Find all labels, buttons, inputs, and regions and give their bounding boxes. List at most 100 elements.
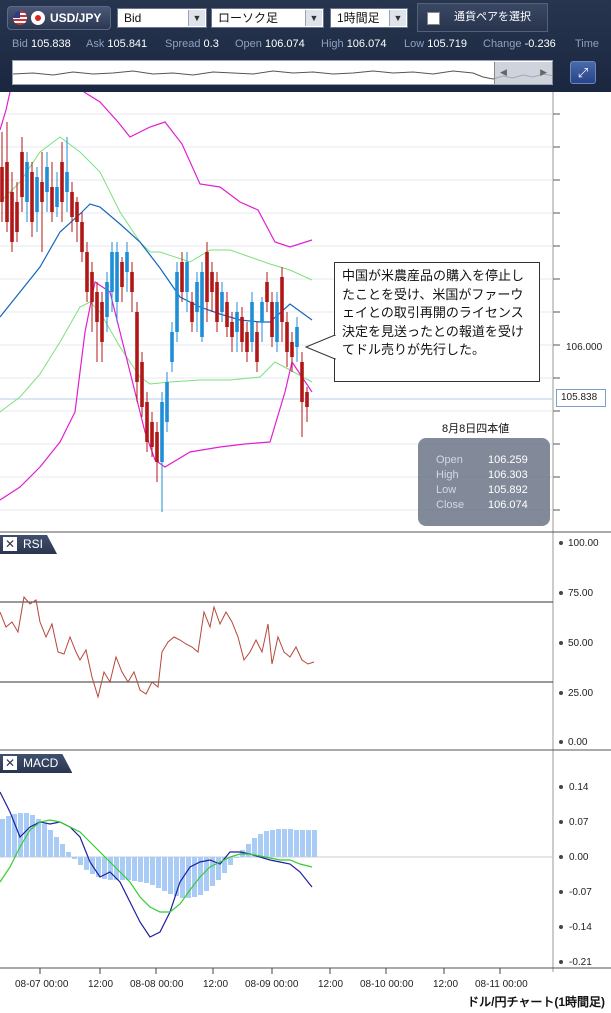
navigator-strip[interactable] — [12, 60, 553, 85]
macd-histogram-bar — [78, 857, 83, 865]
macd-histogram-bar — [150, 857, 155, 885]
price-type-select[interactable]: Bid ▼ — [117, 8, 207, 28]
candle-body — [90, 272, 94, 302]
news-annotation: 中国が米農産品の購入を停止したことを受け、米国がファーウェイとの取引再開のライセ… — [334, 262, 540, 382]
candle-body — [205, 252, 209, 302]
macd-histogram-bar — [174, 857, 179, 896]
select-pair-checkbox[interactable] — [427, 12, 440, 25]
bollinger-upper-outer-left — [0, 92, 11, 131]
ohlc-box: Open 106.259 High 106.303 Low 105.892 Close… — [418, 438, 550, 526]
macd-tick: 0.14 — [569, 782, 589, 793]
axis-tick-dot — [559, 691, 563, 695]
price-axis-label: 106.000 — [566, 342, 603, 353]
candle-body — [220, 292, 224, 312]
axis-tick-dot — [559, 820, 563, 824]
macd-histogram-bar — [288, 829, 293, 857]
candle-body — [290, 342, 294, 357]
chevron-down-icon[interactable]: ▼ — [188, 10, 205, 26]
candle-body — [10, 192, 14, 242]
candle-body — [125, 252, 129, 272]
quote-bid: Bid 105.838 — [12, 38, 71, 50]
chart-footer-title: ドル/円チャート(1時間足) — [467, 995, 605, 1009]
rsi-tick: 0.00 — [568, 737, 588, 748]
chevron-down-icon[interactable]: ▼ — [305, 10, 322, 26]
macd-histogram-bar — [42, 824, 47, 857]
chart-area[interactable]: 106.000 ✕ RSI 100.00 75.00 50.00 25.00 0.… — [0, 92, 611, 992]
axis-tick-dot — [559, 855, 563, 859]
candle-body — [245, 332, 249, 352]
candle-body — [165, 382, 169, 422]
chevron-left-icon[interactable]: ◀ — [500, 67, 507, 78]
axis-tick-dot — [559, 785, 563, 789]
rsi-panel-tab[interactable]: ✕ RSI — [0, 535, 57, 554]
candle-body — [110, 252, 114, 292]
ohlc-close: Close 106.074 — [436, 499, 528, 511]
quote-high: High 106.074 — [321, 38, 387, 50]
bollinger-lower-outer — [0, 281, 313, 501]
candle-body — [85, 252, 89, 292]
candle-body — [160, 402, 164, 462]
select-pair-button[interactable]: 通貨ペアを選択 — [417, 3, 548, 32]
macd-histogram-bar — [6, 816, 11, 857]
candle-body — [40, 182, 44, 202]
x-axis-label: 08-07 00:00 — [15, 979, 69, 990]
candle-body — [195, 282, 199, 312]
candle-body — [285, 322, 289, 352]
expand-button[interactable]: ⤢ — [570, 61, 596, 84]
chart-svg — [0, 92, 611, 974]
x-axis-label: 08-08 00:00 — [130, 979, 184, 990]
current-price-tag: 105.838 — [556, 389, 606, 407]
macd-histogram-bar — [126, 857, 131, 880]
chevron-down-icon[interactable]: ▼ — [389, 10, 406, 26]
macd-histogram-bar — [66, 852, 71, 857]
axis-tick-dot — [559, 890, 563, 894]
navigator-line — [13, 70, 552, 80]
candle-body — [150, 422, 154, 447]
candle-body — [270, 302, 274, 337]
axis-tick-dot — [559, 641, 563, 645]
candle-body — [155, 432, 159, 462]
candle-body — [215, 282, 219, 322]
chart-style-select[interactable]: ローソク足 ▼ — [211, 8, 324, 28]
macd-histogram-bar — [270, 830, 275, 857]
macd-tick: -0.07 — [569, 887, 592, 898]
candle-body — [230, 322, 234, 337]
macd-histogram-bar — [246, 844, 251, 857]
candle-body — [70, 192, 74, 217]
macd-histogram-bar — [162, 857, 167, 891]
timeframe-value: 1時間足 — [337, 11, 380, 25]
chevron-right-icon[interactable]: ▶ — [540, 67, 547, 78]
x-axis-label: 08-11 00:00 — [475, 979, 528, 990]
candle-body — [65, 172, 69, 192]
select-pair-label: 通貨ペアを選択 — [454, 11, 531, 23]
x-axis-label: 12:00 — [203, 979, 229, 990]
currency-pair-button[interactable]: USD/JPY — [7, 6, 111, 30]
candle-body — [265, 282, 269, 302]
us-flag-icon — [13, 11, 27, 25]
macd-histogram-bar — [60, 844, 65, 857]
close-icon[interactable]: ✕ — [3, 537, 17, 551]
macd-tick: 0.00 — [569, 852, 589, 863]
timeframe-select[interactable]: 1時間足 ▼ — [330, 8, 408, 28]
expand-icon: ⤢ — [577, 65, 589, 80]
candle-body — [255, 332, 259, 362]
ohlc-low: Low 105.892 — [436, 484, 528, 496]
quote-spread: Spread 0.3 — [165, 38, 219, 50]
quote-change: Change -0.236 — [483, 38, 556, 50]
macd-panel-tab[interactable]: ✕ MACD — [0, 754, 72, 773]
macd-histogram-bar — [204, 857, 209, 891]
bollinger-upper-outer — [83, 92, 313, 248]
rsi-title: RSI — [23, 537, 44, 551]
moving-average-line — [0, 203, 313, 323]
macd-tick: -0.21 — [569, 957, 592, 968]
macd-histogram-bar — [54, 837, 59, 857]
navigator-thumb[interactable]: ◀ ▶ — [494, 62, 553, 84]
axis-tick-dot — [559, 960, 563, 964]
rsi-tick: 50.00 — [568, 638, 594, 649]
candle-body — [200, 272, 204, 337]
close-icon[interactable]: ✕ — [3, 756, 17, 770]
japan-flag-icon — [31, 11, 45, 25]
candle-body — [0, 167, 4, 202]
macd-histogram-bar — [132, 857, 137, 881]
axis-tick-dot — [559, 591, 563, 595]
